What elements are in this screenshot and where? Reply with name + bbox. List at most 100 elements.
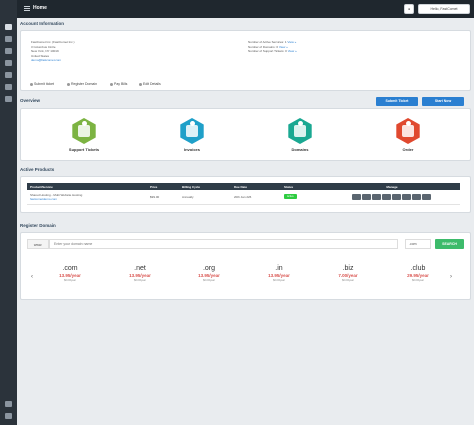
tld-renew: $0.00/year — [134, 279, 146, 282]
col-header[interactable]: Status — [281, 183, 321, 190]
tld-price: 13.95/year — [268, 273, 290, 278]
stat-tickets: Number of Support Tickets: 0 — [248, 49, 287, 53]
tld-price: 7.00/year — [338, 273, 358, 278]
domains-icon[interactable] — [5, 48, 12, 54]
col-header[interactable]: Due Date — [231, 183, 281, 190]
tld-select[interactable]: .com — [405, 239, 431, 249]
col-header[interactable]: Product/Service — [27, 183, 147, 190]
tld-name: .net — [134, 265, 146, 272]
home-icon[interactable] — [5, 24, 12, 30]
prev-arrow-icon[interactable]: ‹ — [31, 274, 33, 280]
support-icon[interactable] — [5, 72, 12, 78]
products-table: Product/Service Price Billing Cycle Due … — [27, 183, 460, 205]
tld-price: 13.95/year — [198, 273, 220, 278]
action-label: Register Domain — [71, 82, 98, 86]
mail-icon[interactable] — [372, 193, 381, 200]
stat-domains: Number of Domains: 0 — [248, 44, 279, 49]
register-title: Register Domain — [20, 223, 56, 228]
tld-item[interactable]: .org 13.95/year $0.00/year — [186, 265, 232, 282]
globe-icon — [67, 82, 70, 86]
submit-ticket-action[interactable]: Submit ticket — [30, 82, 54, 86]
gear-icon[interactable] — [422, 193, 431, 200]
tld-item[interactable]: .in 13.95/year $0.00/year — [256, 265, 302, 282]
pay-bills-action[interactable]: Pay Bills — [110, 82, 127, 86]
cart-icon — [396, 118, 420, 144]
tld-price: 13.95/year — [129, 273, 151, 278]
tld-name: .com — [62, 265, 78, 272]
overview-support-tickets[interactable]: Support Tickets — [63, 118, 105, 152]
address-line: FastComet Inc. (FastComet Inc.) — [31, 40, 75, 44]
edit-details-action[interactable]: Edit Details — [139, 82, 161, 86]
ticket-icon — [30, 82, 33, 86]
lock-icon[interactable] — [412, 193, 421, 200]
product-due-date: 20th Jan 226 — [231, 190, 281, 205]
breadcrumb[interactable]: Home — [33, 5, 47, 11]
account-address: FastComet Inc. (FastComet Inc.) 3 Columb… — [31, 40, 75, 63]
services-icon[interactable] — [5, 36, 12, 42]
product-price: $99.00 — [147, 190, 179, 205]
settings-icon[interactable] — [5, 401, 12, 407]
tld-name: .in — [275, 265, 283, 272]
view-domains-link[interactable]: View » — [279, 45, 288, 49]
action-label: Edit Details — [143, 82, 161, 86]
invoice-icon — [180, 118, 204, 144]
start-now-button[interactable]: Start Now — [422, 97, 464, 106]
billing-icon[interactable] — [5, 60, 12, 66]
col-header[interactable]: Price — [147, 183, 179, 190]
affiliates-icon[interactable] — [5, 96, 12, 102]
tld-item[interactable]: .net 13.95/year $0.00/year — [117, 265, 163, 282]
notifications-button[interactable]: ● — [404, 4, 414, 14]
view-tickets-link[interactable]: View » — [288, 49, 297, 53]
col-header: Manage — [321, 183, 460, 190]
tld-name: .club — [410, 265, 426, 272]
logout-icon[interactable] — [5, 413, 12, 419]
pencil-icon — [139, 82, 142, 86]
manage-buttons — [321, 190, 460, 205]
topbar: Home ● Hello, FastComet — [17, 0, 474, 18]
account-stats: Number of Active Services: 1 View » Numb… — [248, 40, 297, 54]
col-header[interactable]: Billing Cycle — [179, 183, 231, 190]
submit-ticket-button[interactable]: Submit Ticket — [376, 97, 418, 106]
stat-services: Number of Active Services: 1 — [248, 40, 287, 44]
table-row: Shared Hosting - Multi Website Hosting f… — [27, 190, 460, 205]
account-title: Account Information — [20, 21, 64, 26]
user-menu-button[interactable]: Hello, FastComet — [418, 4, 470, 14]
tld-renew: $0.00/year — [203, 279, 215, 282]
domain-search-input[interactable]: Enter your domain name — [49, 239, 398, 249]
overview-order[interactable]: Order — [387, 118, 429, 152]
table-header: Product/Service Price Billing Cycle Due … — [27, 183, 460, 190]
overview-domains[interactable]: Domains — [279, 118, 321, 152]
overview-invoices[interactable]: Invoices — [171, 118, 213, 152]
database-icon[interactable] — [402, 193, 411, 200]
overview-label: Domains — [291, 147, 309, 152]
tld-price: 13.95/year — [59, 273, 81, 278]
cpanel-icon[interactable] — [362, 193, 371, 200]
domain-search-button[interactable]: SEARCH — [435, 239, 464, 249]
tld-name: .org — [202, 265, 216, 272]
action-label: Submit ticket — [34, 82, 55, 86]
file-icon[interactable] — [392, 193, 401, 200]
view-services-link[interactable]: View » — [287, 40, 296, 44]
ticket-icon — [72, 118, 96, 144]
account-email[interactable]: demo@fastcomet.com — [31, 58, 75, 63]
tld-renew: $0.00/year — [273, 279, 285, 282]
bell-icon: ● — [407, 7, 411, 11]
upload-icon[interactable] — [382, 193, 391, 200]
tld-item[interactable]: .club 29.95/year $0.00/year — [395, 265, 441, 282]
next-arrow-icon[interactable]: › — [450, 274, 452, 280]
product-cycle: Annually — [179, 190, 231, 205]
overview-label: Order — [402, 147, 414, 152]
overview-label: Support Tickets — [68, 147, 100, 152]
action-label: Pay Bills — [114, 82, 128, 86]
sidebar — [0, 0, 17, 425]
www-prefix: www. — [27, 239, 49, 249]
tld-renew: $0.00/year — [64, 279, 76, 282]
product-domain-link[interactable]: fastcometdemo.com — [30, 197, 147, 201]
tld-item[interactable]: .com 13.95/year $0.00/year — [47, 265, 93, 282]
menu-icon[interactable] — [24, 6, 30, 11]
tld-item[interactable]: .biz 7.00/year $0.00/year — [325, 265, 371, 282]
register-domain-action[interactable]: Register Domain — [67, 82, 97, 86]
info-icon[interactable] — [352, 193, 361, 200]
status-badge: Active — [284, 194, 297, 200]
announcements-icon[interactable] — [5, 84, 12, 90]
